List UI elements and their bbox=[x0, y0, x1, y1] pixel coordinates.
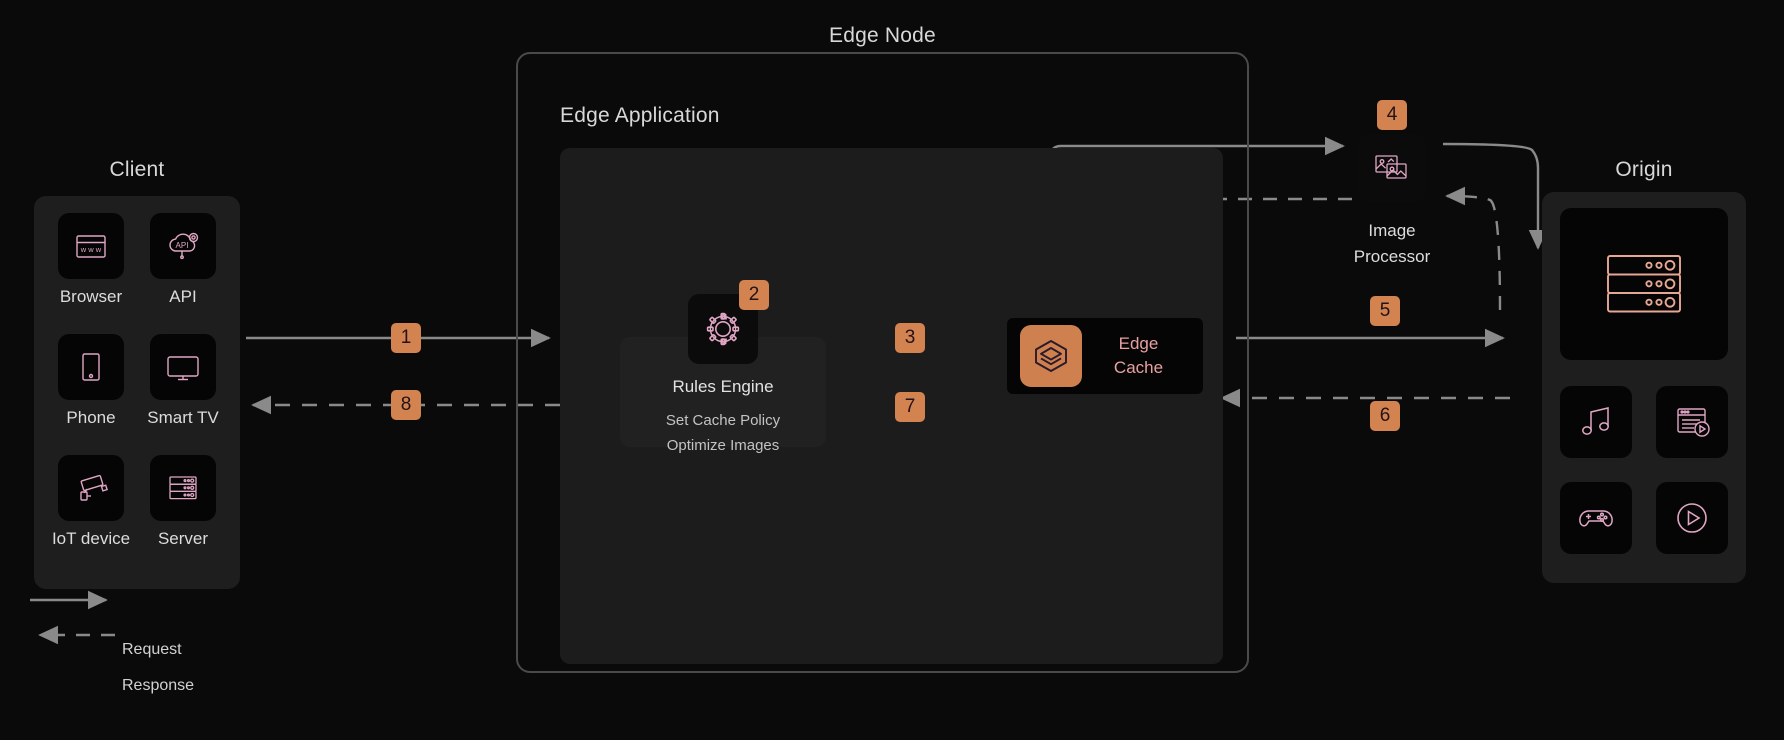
rules-engine-title: Rules Engine bbox=[672, 377, 774, 396]
diagram-canvas: Client w w w Browser API API Phone Smart… bbox=[0, 0, 1784, 740]
client-device-phone[interactable]: Phone bbox=[48, 334, 134, 451]
edge-application-title: Edge Application bbox=[560, 104, 720, 127]
client-device-label: API bbox=[169, 287, 197, 306]
step-badge-1[interactable]: 1 bbox=[391, 323, 421, 353]
client-device-iot[interactable]: IoT device bbox=[48, 455, 134, 572]
step-badge-4[interactable]: 4 bbox=[1377, 100, 1407, 130]
layers-stack-icon bbox=[1020, 325, 1082, 387]
rules-engine-actions: Set Cache Policy Optimize Images bbox=[620, 408, 826, 458]
step-badge-6[interactable]: 6 bbox=[1370, 401, 1400, 431]
client-device-label: Phone bbox=[66, 408, 116, 427]
client-device-label: Smart TV bbox=[147, 408, 219, 427]
step-badge-5[interactable]: 5 bbox=[1370, 296, 1400, 326]
rules-action-item: Optimize Images bbox=[666, 437, 780, 454]
edge-cache-label-line2: Cache bbox=[1113, 358, 1164, 377]
game-controller-icon[interactable] bbox=[1560, 482, 1632, 554]
edge-cache-label: Edge Cache bbox=[1082, 332, 1203, 380]
client-group-title: Client bbox=[109, 158, 165, 181]
music-note-icon[interactable] bbox=[1560, 386, 1632, 458]
origin-server-rack-icon[interactable] bbox=[1560, 208, 1728, 360]
image-processor-label-line1: Image bbox=[1368, 221, 1416, 240]
browser-www-icon: w w w bbox=[58, 213, 124, 279]
phone-icon bbox=[58, 334, 124, 400]
client-device-label: Browser bbox=[59, 287, 123, 306]
image-processor-label-line2: Processor bbox=[1353, 247, 1431, 266]
play-circle-icon[interactable] bbox=[1656, 482, 1728, 554]
client-device-server[interactable]: Server bbox=[140, 455, 226, 572]
svg-text:w w w: w w w bbox=[80, 245, 102, 254]
legend-response-label: Response bbox=[122, 677, 195, 694]
server-rack-icon bbox=[150, 455, 216, 521]
image-processor-label: Image Processor bbox=[1318, 218, 1466, 270]
legend-request-label: Request bbox=[122, 641, 182, 658]
origin-group-title: Origin bbox=[1615, 158, 1673, 181]
client-device-smarttv[interactable]: Smart TV bbox=[140, 334, 226, 451]
edge-cache-card[interactable]: Edge Cache bbox=[1007, 318, 1203, 394]
smart-tv-icon bbox=[150, 334, 216, 400]
api-cloud-icon: API bbox=[150, 213, 216, 279]
edge-cache-label-line1: Edge bbox=[1118, 334, 1159, 353]
security-camera-icon bbox=[58, 455, 124, 521]
step-badge-7[interactable]: 7 bbox=[895, 392, 925, 422]
image-processing-icon[interactable] bbox=[1358, 134, 1426, 202]
step-badge-2[interactable]: 2 bbox=[739, 280, 769, 310]
svg-text:API: API bbox=[176, 241, 189, 250]
client-device-browser[interactable]: w w w Browser bbox=[48, 213, 134, 330]
edge-node-title: Edge Node bbox=[829, 24, 936, 47]
client-panel: w w w Browser API API Phone Smart TV IoT… bbox=[34, 196, 240, 589]
rules-action-item: Set Cache Policy bbox=[665, 412, 781, 429]
video-page-icon[interactable] bbox=[1656, 386, 1728, 458]
client-device-label: Server bbox=[157, 529, 209, 548]
client-device-api[interactable]: API API bbox=[140, 213, 226, 330]
client-device-label: IoT device bbox=[51, 529, 131, 548]
step-badge-8[interactable]: 8 bbox=[391, 390, 421, 420]
client-device-grid: w w w Browser API API Phone Smart TV IoT… bbox=[34, 196, 240, 589]
step-badge-3[interactable]: 3 bbox=[895, 323, 925, 353]
